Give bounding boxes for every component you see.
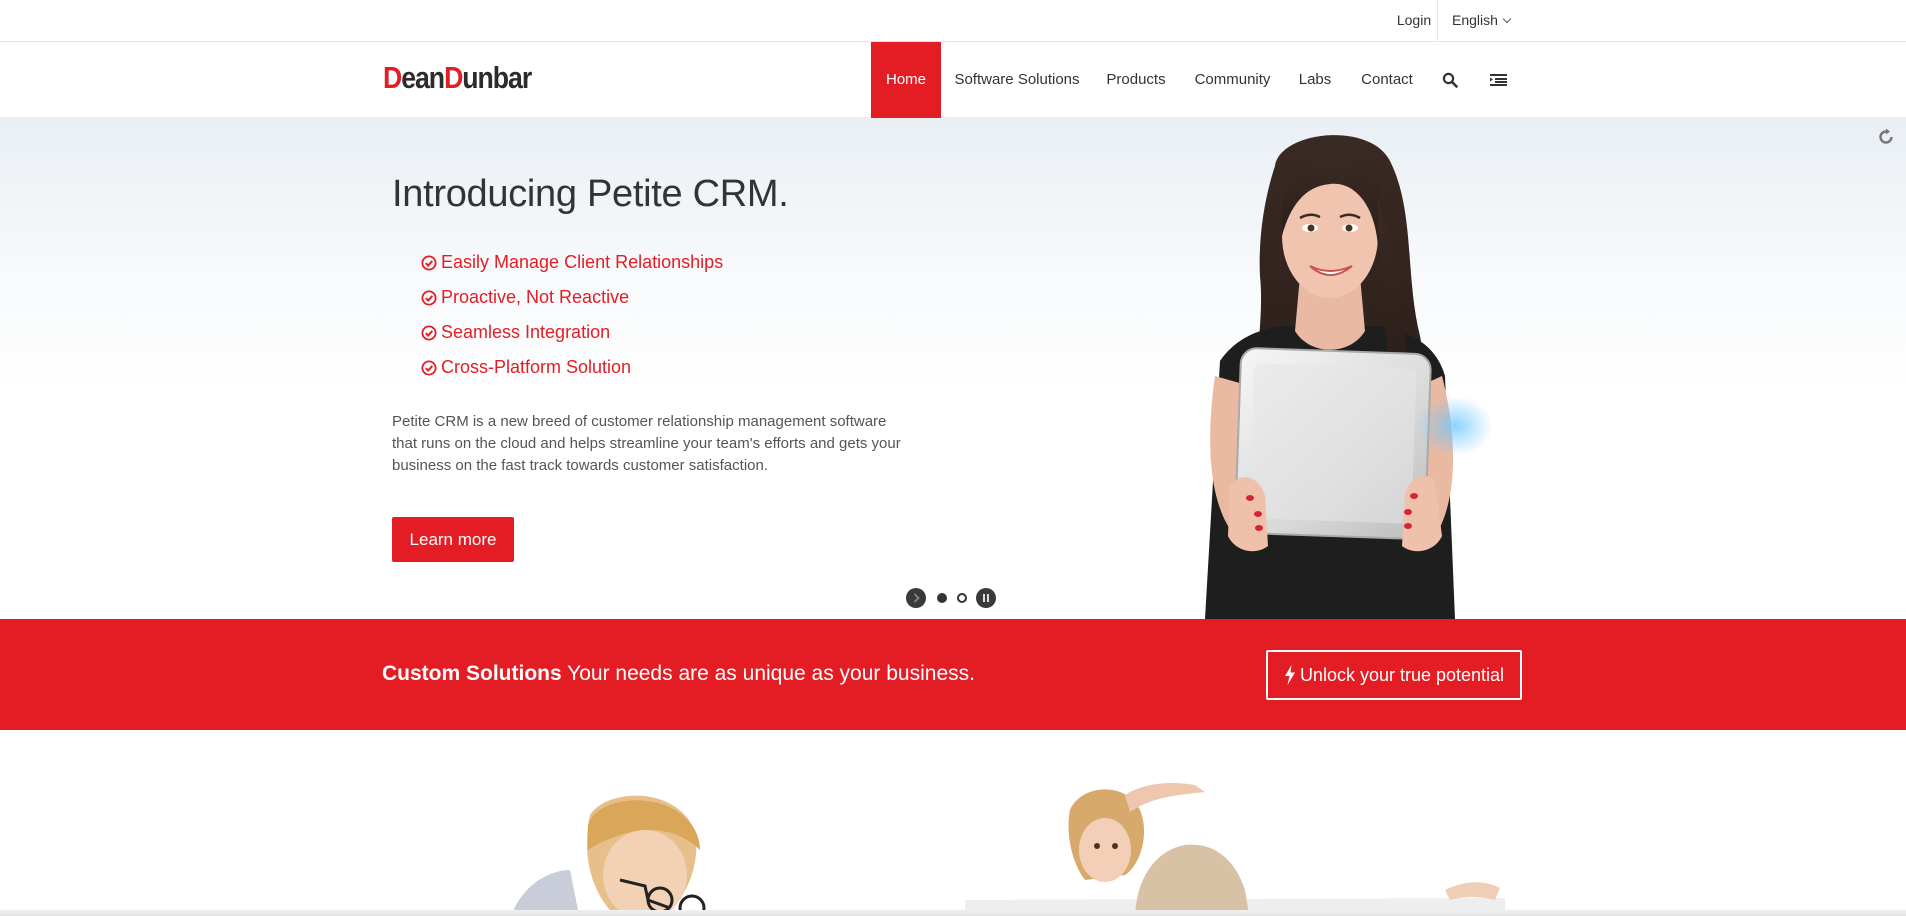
slider-dot-1[interactable] [937, 593, 947, 603]
nav-software-solutions[interactable]: Software Solutions [941, 42, 1093, 118]
site-header: DeanDunbar Home Software Solutions Produ… [0, 42, 1906, 118]
search-icon[interactable] [1435, 42, 1465, 118]
nav-labs[interactable]: Labs [1286, 42, 1344, 118]
promo-text: Custom Solutions Your needs are as uniqu… [382, 662, 975, 686]
feature-item: Proactive, Not Reactive [421, 280, 723, 315]
nav-community[interactable]: Community [1179, 42, 1286, 118]
slider-prev-button[interactable] [906, 588, 926, 608]
menu-icon[interactable] [1483, 42, 1513, 118]
check-circle-icon [421, 360, 437, 375]
hero-title: Introducing Petite CRM. [392, 173, 789, 215]
site-logo[interactable]: DeanDunbar [383, 60, 532, 96]
hero-description: Petite CRM is a new breed of customer re… [392, 413, 901, 474]
woman-lounging-image [965, 783, 1505, 916]
language-selector[interactable]: English [1452, 0, 1512, 41]
feature-item: Easily Manage Client Relationships [421, 245, 723, 280]
check-circle-icon [421, 290, 437, 305]
promo-band: Custom Solutions Your needs are as uniqu… [0, 619, 1906, 730]
slider-dot-2[interactable] [957, 593, 967, 603]
man-with-glasses-image [511, 795, 706, 916]
feature-item: Seamless Integration [421, 315, 723, 350]
language-label: English [1452, 12, 1498, 28]
check-circle-icon [421, 325, 437, 340]
hero-slider: Introducing Petite CRM. Easily Manage Cl… [0, 118, 1906, 619]
chevron-down-icon [1502, 14, 1512, 24]
unlock-potential-label: Unlock your true potential [1299, 664, 1505, 685]
feature-label: Seamless Integration [441, 322, 611, 342]
nav-contact[interactable]: Contact [1344, 42, 1430, 118]
lightning-bolt-icon [1284, 665, 1295, 685]
nav-home[interactable]: Home [871, 42, 941, 118]
lower-section [0, 730, 1906, 916]
promo-bold-text: Custom Solutions [382, 662, 562, 685]
page-bottom-edge [0, 910, 1906, 916]
topbar-divider [1437, 0, 1438, 41]
promo-subtext: Your needs are as unique as your busines… [561, 662, 975, 685]
feature-label: Proactive, Not Reactive [441, 287, 630, 307]
feature-list: Easily Manage Client Relationships Proac… [421, 245, 723, 385]
unlock-potential-button[interactable]: Unlock your true potential [1266, 650, 1522, 700]
pause-icon[interactable] [976, 588, 996, 608]
hero-woman-image [1205, 135, 1493, 619]
top-utility-bar: Login English [0, 0, 1906, 42]
learn-more-button[interactable]: Learn more [392, 517, 514, 562]
refresh-icon[interactable] [1876, 127, 1896, 147]
login-link[interactable]: Login [1390, 0, 1438, 41]
feature-item: Cross-Platform Solution [421, 350, 723, 385]
check-circle-icon [421, 255, 437, 270]
nav-products[interactable]: Products [1093, 42, 1179, 118]
feature-label: Easily Manage Client Relationships [441, 252, 724, 272]
feature-label: Cross-Platform Solution [441, 357, 632, 377]
